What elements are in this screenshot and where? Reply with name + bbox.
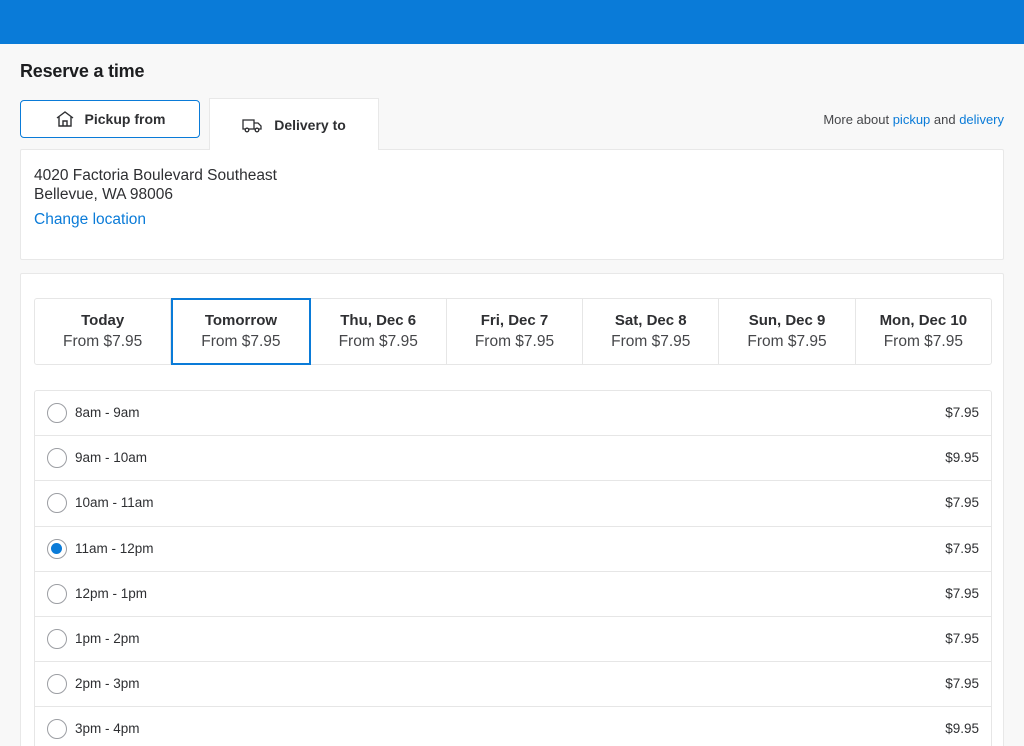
slot-price: $9.95 [945,450,979,466]
slot-price: $7.95 [945,630,979,646]
day-name: Today [81,312,125,329]
slot-price: $9.95 [945,721,979,737]
address-card: 4020 Factoria Boulevard Southeast Bellev… [20,149,1004,260]
day-price: From $7.95 [474,333,555,350]
time-slot-row[interactable]: 1pm - 2pm $7.95 [35,617,991,663]
slot-price: $7.95 [945,585,979,601]
day-name: Mon, Dec 10 [879,312,968,329]
time-slot-row[interactable]: 10am - 11am $7.95 [35,481,991,527]
pickup-info-link[interactable]: pickup [893,112,931,127]
day-price: From $7.95 [63,333,143,350]
slot-time: 11am - 12pm [75,540,154,556]
change-location-link[interactable]: Change location [34,211,146,229]
more-about-and: and [930,112,960,127]
slot-radio[interactable] [47,403,67,423]
slot-radio[interactable] [47,448,67,469]
slot-radio[interactable] [47,719,67,740]
day-tab-sat-dec-8[interactable]: Sat, Dec 8 From $7.95 [583,299,720,364]
more-about-prefix: More about [823,112,893,127]
day-price: From $7.95 [338,333,418,350]
slot-time: 12pm - 1pm [75,585,148,601]
slot-radio[interactable] [47,628,67,649]
address-line-1: 4020 Factoria Boulevard Southeast [34,167,277,184]
day-selector: Today From $7.95 Tomorrow From $7.95 Thu… [34,298,992,365]
day-tab-mon-dec-10[interactable]: Mon, Dec 10 From $7.95 [856,299,991,364]
time-slot-row[interactable]: 2pm - 3pm $7.95 [35,662,991,708]
address-line-2: Bellevue, WA 98006 [34,186,174,203]
day-tab-fri-dec-7[interactable]: Fri, Dec 7 From $7.95 [447,299,584,364]
time-slot-row[interactable]: 9am - 10am $9.95 [35,436,991,482]
slot-time: 1pm - 2pm [75,630,140,646]
slot-time: 10am - 11am [75,495,154,511]
store-icon [55,110,75,128]
time-slot-row[interactable]: 8am - 9am $7.95 [35,391,991,437]
page-title: Reserve a time [20,61,145,81]
tab-pickup[interactable]: Pickup from [20,100,200,138]
slot-radio[interactable] [47,674,67,695]
time-slot-list: 8am - 9am $7.95 9am - 10am $9.95 10am - … [34,390,992,746]
slot-time: 3pm - 4pm [75,721,140,737]
day-price: From $7.95 [611,333,691,350]
day-price: From $7.95 [883,333,963,350]
tab-delivery[interactable]: Delivery to [209,98,379,150]
time-slot-row[interactable]: 3pm - 4pm $9.95 [35,707,991,746]
day-name: Fri, Dec 7 [480,312,549,329]
truck-icon [242,116,262,134]
day-tab-sun-dec-9[interactable]: Sun, Dec 9 From $7.95 [719,299,856,364]
slot-price: $7.95 [945,676,979,692]
day-tab-thu-dec-6[interactable]: Thu, Dec 6 From $7.95 [311,299,447,364]
slot-price: $7.95 [945,405,979,420]
day-name: Thu, Dec 6 [340,312,417,329]
time-slot-row[interactable]: 12pm - 1pm $7.95 [35,572,991,617]
slot-time: 9am - 10am [75,450,148,466]
slot-price: $7.95 [945,495,979,511]
top-header-bar [0,0,1024,44]
day-name: Sat, Dec 8 [614,312,687,329]
day-price: From $7.95 [747,333,827,350]
tab-pickup-label: Pickup from [84,111,166,127]
slot-radio[interactable] [47,583,67,604]
day-price: From $7.95 [201,333,281,350]
day-tab-tomorrow[interactable]: Tomorrow From $7.95 [171,298,311,365]
slot-time: 8am - 9am [75,405,140,420]
slot-radio-checked[interactable] [47,538,67,559]
time-slots-card: Today From $7.95 Tomorrow From $7.95 Thu… [20,273,1004,746]
day-name: Tomorrow [204,312,278,329]
slot-time: 2pm - 3pm [75,676,140,692]
delivery-info-link[interactable]: delivery [959,112,1004,127]
slot-radio[interactable] [47,493,67,514]
day-name: Sun, Dec 9 [748,312,826,329]
time-slot-row-selected[interactable]: 11am - 12pm $7.95 [35,527,991,572]
tab-delivery-label: Delivery to [274,116,346,133]
day-tab-today[interactable]: Today From $7.95 [35,299,172,364]
slot-price: $7.95 [945,540,979,556]
more-about-text: More about pickup and delivery [823,112,1004,127]
